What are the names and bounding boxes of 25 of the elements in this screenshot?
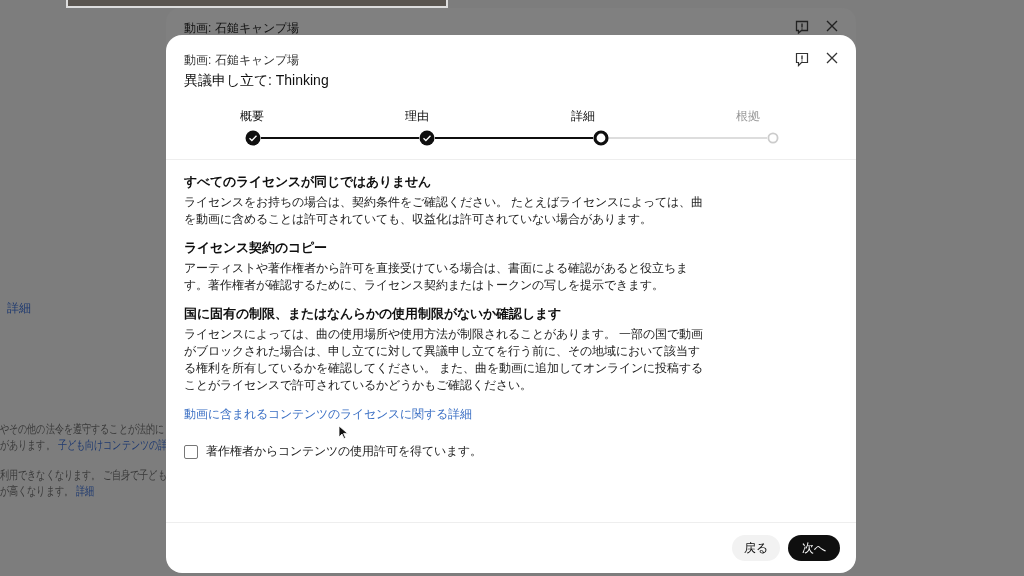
dialog-title: 異議申し立て: Thinking	[184, 72, 329, 90]
step-label: 根拠	[735, 108, 761, 125]
step-label: 詳細	[569, 108, 596, 125]
back-button[interactable]: 戻る	[732, 535, 780, 561]
dialog-subtitle: 動画: 石鎚キャンプ場	[184, 20, 299, 34]
feedback-icon[interactable]	[795, 52, 809, 67]
help-link[interactable]: 詳細	[76, 483, 95, 499]
section-text: アーティストや著作権者から許可を直接受けている場合は、書面による確認があると役立ちます。著作権者が確認するために、ライセンス契約またはトークンの写しを提示できます。	[184, 260, 689, 294]
detail-link[interactable]: 詳細	[7, 300, 166, 317]
next-button[interactable]: 次へ	[788, 535, 840, 561]
license-details-link[interactable]: 動画に含まれるコンテンツのライセンスに関する詳細	[184, 406, 704, 423]
section-heading: すべてのライセンスが同じではありません	[184, 174, 432, 191]
section-heading: 国に固有の制限、またはなんらかの使用制限がないか確認します	[184, 306, 562, 323]
dialog-subtitle: 動画: 石鎚キャンプ場	[184, 52, 300, 69]
checkbox-label: 著作権者からコンテンツの使用許可を得ています。	[206, 443, 482, 460]
section-text: ライセンスをお持ちの場合は、契約条件をご確認ください。 たとえばライセンスによっては、曲を動画に含めることは許可されていても、収益化は許可されていない場合があります。	[184, 194, 704, 228]
step-label: 概要	[239, 108, 265, 125]
checkbox[interactable]	[184, 444, 198, 459]
section-text: ライセンスによっては、曲の使用場所や使用方法が制限されることがあります。 一部の国で動画がブロックされた場合は、申し立てに対して異議申し立てを行う前に、その地域において該当する権利を所有しているかを確認してください。 また、曲を動画に追加してオンラインに投稿することがライセンスで許可されているかどうかもご確認ください。	[184, 326, 704, 394]
cursor-icon	[338, 425, 348, 439]
step-label: 理由	[404, 108, 431, 125]
help-link[interactable]: 子ども向けコンテンツの詳	[57, 437, 168, 453]
close-icon[interactable]	[826, 52, 838, 64]
section-heading: ライセンス契約のコピー	[184, 240, 328, 257]
body-text: があります。	[0, 437, 55, 453]
